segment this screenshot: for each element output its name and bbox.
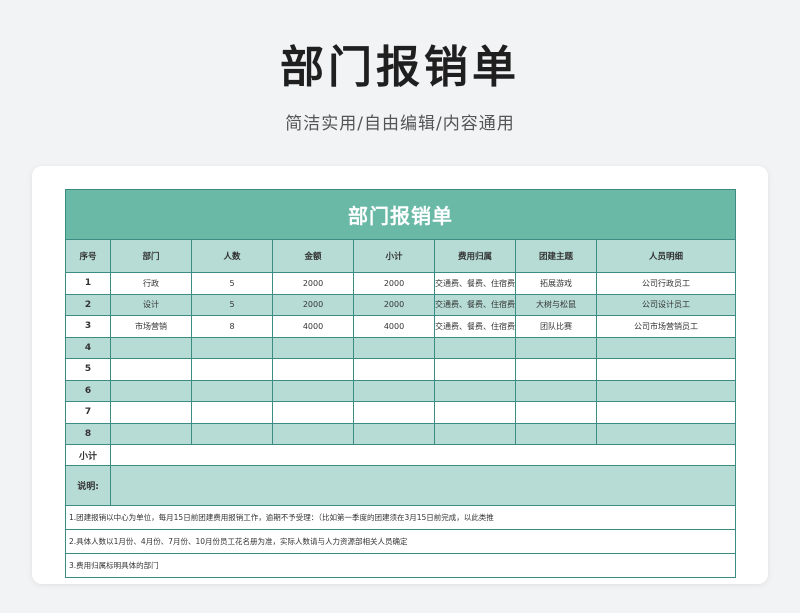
cell-headcount[interactable]: 5 <box>191 272 273 295</box>
page-subtitle: 简洁实用/自由编辑/内容通用 <box>285 114 515 134</box>
cell-index[interactable]: 1 <box>65 272 111 295</box>
cell-staff-detail[interactable] <box>596 422 736 445</box>
cell-staff-detail[interactable] <box>596 336 736 359</box>
note-text[interactable]: 2.具体人数以1月份、4月份、7月份、10月份员工花名册为准，实际人数请与人力资… <box>65 529 736 554</box>
cell-expense-category[interactable]: 交通费、餐费、住宿费 <box>434 293 516 316</box>
cell-team-theme[interactable]: 大树与松鼠 <box>515 293 597 316</box>
cell-subtotal[interactable]: 2000 <box>353 293 435 316</box>
cell-staff-detail[interactable]: 公司设计员工 <box>596 293 736 316</box>
cell-expense-category[interactable] <box>434 358 516 381</box>
cell-department[interactable]: 设计 <box>110 293 192 316</box>
cell-staff-detail[interactable] <box>596 401 736 424</box>
cell-team-theme[interactable] <box>515 422 597 445</box>
cell-department[interactable]: 行政 <box>110 272 192 295</box>
cell-subtotal[interactable] <box>353 422 435 445</box>
header-cell-staff-detail: 人员明细 <box>596 239 736 273</box>
cell-amount[interactable]: 2000 <box>272 272 354 295</box>
cell-headcount[interactable]: 8 <box>191 315 273 338</box>
cell-amount[interactable] <box>272 401 354 424</box>
cell-expense-category[interactable]: 交通费、餐费、住宿费 <box>434 315 516 338</box>
cell-subtotal[interactable] <box>353 358 435 381</box>
note-row: 3.费用归属标明具体的部门 <box>65 553 736 578</box>
cell-staff-detail[interactable]: 公司市场营销员工 <box>596 315 736 338</box>
cell-team-theme[interactable] <box>515 336 597 359</box>
table-row: 6 <box>65 379 736 402</box>
cell-headcount[interactable] <box>191 336 273 359</box>
notes-value-cell[interactable] <box>110 465 736 506</box>
cell-expense-category[interactable] <box>434 379 516 402</box>
header-cell-expense-category: 费用归属 <box>434 239 516 273</box>
cell-amount[interactable]: 4000 <box>272 315 354 338</box>
cell-expense-category[interactable] <box>434 401 516 424</box>
cell-subtotal[interactable] <box>353 336 435 359</box>
cell-headcount[interactable]: 5 <box>191 293 273 316</box>
cell-department[interactable] <box>110 422 192 445</box>
cell-index[interactable]: 2 <box>65 293 111 316</box>
subtotal-label: 小计 <box>65 444 111 466</box>
table-row: 5 <box>65 358 736 381</box>
cell-index[interactable]: 7 <box>65 401 111 424</box>
header-cell-amount: 金额 <box>272 239 354 273</box>
cell-subtotal[interactable]: 4000 <box>353 315 435 338</box>
cell-subtotal[interactable] <box>353 379 435 402</box>
header-cell-headcount: 人数 <box>191 239 273 273</box>
table-title: 部门报销单 <box>65 189 736 240</box>
cell-expense-category[interactable] <box>434 336 516 359</box>
cell-team-theme[interactable]: 拓展游戏 <box>515 272 597 295</box>
note-text[interactable]: 3.费用归属标明具体的部门 <box>65 553 736 578</box>
cell-index[interactable]: 8 <box>65 422 111 445</box>
note-row: 1.团建报销以中心为单位，每月15日前团建费用报销工作，逾期不予受理：（比如第一… <box>65 505 736 530</box>
cell-index[interactable]: 3 <box>65 315 111 338</box>
notes-label: 说明: <box>65 465 111 506</box>
reimbursement-table: 部门报销单 序号 部门 人数 金额 小计 费用归属 团建主题 人员明细 1 行政… <box>65 189 736 578</box>
cell-subtotal[interactable]: 2000 <box>353 272 435 295</box>
cell-amount[interactable] <box>272 358 354 381</box>
cell-index[interactable]: 4 <box>65 336 111 359</box>
cell-headcount[interactable] <box>191 422 273 445</box>
note-row: 2.具体人数以1月份、4月份、7月份、10月份员工花名册为准，实际人数请与人力资… <box>65 529 736 554</box>
table-row: 7 <box>65 401 736 424</box>
cell-headcount[interactable] <box>191 358 273 381</box>
cell-department[interactable] <box>110 379 192 402</box>
cell-staff-detail[interactable]: 公司行政员工 <box>596 272 736 295</box>
header-cell-department: 部门 <box>110 239 192 273</box>
cell-department[interactable] <box>110 336 192 359</box>
cell-amount[interactable] <box>272 422 354 445</box>
cell-expense-category[interactable]: 交通费、餐费、住宿费 <box>434 272 516 295</box>
table-row: 4 <box>65 336 736 359</box>
table-row: 2 设计 5 2000 2000 交通费、餐费、住宿费 大树与松鼠 公司设计员工 <box>65 293 736 316</box>
cell-department[interactable]: 市场营销 <box>110 315 192 338</box>
cell-team-theme[interactable] <box>515 401 597 424</box>
table-row: 1 行政 5 2000 2000 交通费、餐费、住宿费 拓展游戏 公司行政员工 <box>65 272 736 295</box>
cell-subtotal[interactable] <box>353 401 435 424</box>
table-row: 8 <box>65 422 736 445</box>
cell-expense-category[interactable] <box>434 422 516 445</box>
subtotal-row: 小计 <box>65 444 736 466</box>
header-cell-subtotal: 小计 <box>353 239 435 273</box>
cell-headcount[interactable] <box>191 379 273 402</box>
notes-header-row: 说明: <box>65 465 736 506</box>
cell-department[interactable] <box>110 401 192 424</box>
cell-department[interactable] <box>110 358 192 381</box>
cell-amount[interactable] <box>272 379 354 402</box>
page-title: 部门报销单 <box>280 42 520 93</box>
cell-team-theme[interactable] <box>515 358 597 381</box>
note-text[interactable]: 1.团建报销以中心为单位，每月15日前团建费用报销工作，逾期不予受理：（比如第一… <box>65 505 736 530</box>
cell-index[interactable]: 5 <box>65 358 111 381</box>
cell-team-theme[interactable]: 团队比赛 <box>515 315 597 338</box>
cell-headcount[interactable] <box>191 401 273 424</box>
cell-team-theme[interactable] <box>515 379 597 402</box>
cell-amount[interactable]: 2000 <box>272 293 354 316</box>
table-row: 3 市场营销 8 4000 4000 交通费、餐费、住宿费 团队比赛 公司市场营… <box>65 315 736 338</box>
header-cell-team-theme: 团建主题 <box>515 239 597 273</box>
header-row: 序号 部门 人数 金额 小计 费用归属 团建主题 人员明细 <box>65 239 736 273</box>
subtotal-value-cell[interactable] <box>110 444 736 466</box>
cell-amount[interactable] <box>272 336 354 359</box>
cell-staff-detail[interactable] <box>596 379 736 402</box>
cell-index[interactable]: 6 <box>65 379 111 402</box>
header-cell-index: 序号 <box>65 239 111 273</box>
cell-staff-detail[interactable] <box>596 358 736 381</box>
